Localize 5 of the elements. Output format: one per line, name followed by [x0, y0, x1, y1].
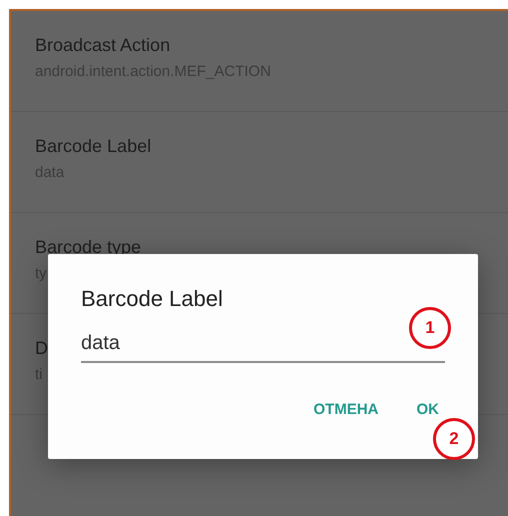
- dialog-button[interactable]: ОТМЕНА: [302, 393, 390, 426]
- setting-title: D: [35, 338, 48, 358]
- dialog-title: Barcode Label: [81, 286, 223, 312]
- setting-title: Broadcast Action: [35, 35, 170, 55]
- setting-title: Barcode Label: [35, 136, 152, 156]
